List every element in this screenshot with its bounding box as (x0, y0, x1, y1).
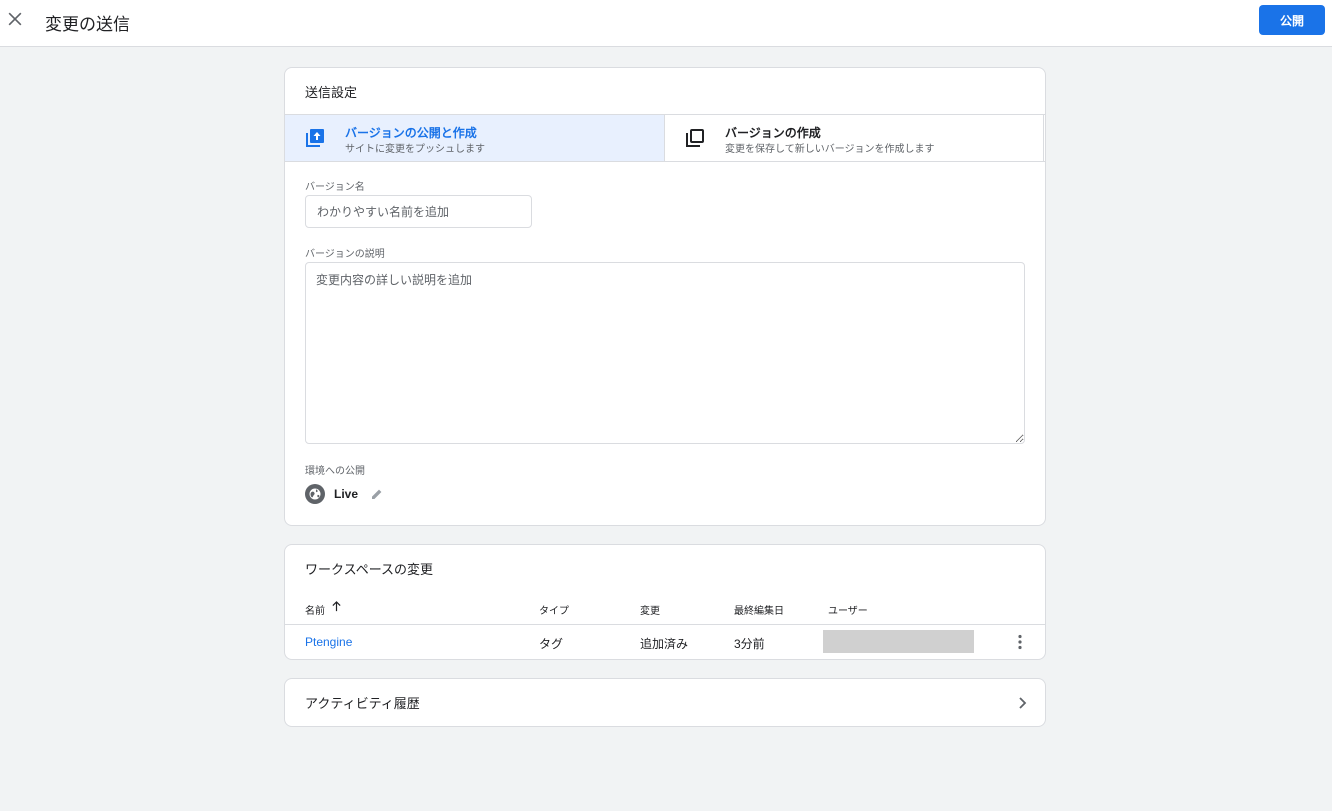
column-header-last-edited[interactable]: 最終編集日 (734, 602, 784, 617)
publish-button[interactable]: 公開 (1259, 5, 1325, 35)
workspace-changes-card: ワークスペースの変更 名前 タイプ 変更 最終編集日 ユーザー Ptengine… (284, 544, 1046, 660)
environment-name: Live (334, 487, 359, 501)
workspace-section-title: ワークスペースの変更 (305, 562, 434, 577)
settings-section-title: 送信設定 (305, 85, 358, 100)
option-title: バージョンの公開と作成 (345, 126, 477, 140)
edit-pencil-icon[interactable] (371, 488, 383, 500)
table-row: Ptengine タグ 追加済み 3分前 (285, 625, 1045, 659)
option-create-version[interactable]: バージョンの作成 変更を保存して新しいバージョンを作成します (665, 115, 1044, 161)
column-header-user[interactable]: ユーザー (828, 602, 868, 617)
option-publish-and-create[interactable]: バージョンの公開と作成 サイトに変更をプッシュします (285, 115, 665, 161)
change-type: タグ (539, 637, 564, 651)
column-header-type[interactable]: タイプ (539, 602, 569, 617)
copy-version-icon (686, 129, 704, 147)
version-description-input[interactable] (305, 262, 1025, 444)
version-description-label: バージョンの説明 (305, 249, 385, 260)
column-header-change[interactable]: 変更 (640, 602, 660, 617)
publish-upload-icon (306, 129, 324, 147)
table-header: 名前 タイプ 変更 最終編集日 ユーザー (285, 589, 1045, 625)
chevron-right-icon[interactable] (1014, 695, 1030, 711)
close-icon[interactable] (5, 9, 25, 29)
option-subtitle: 変更を保存して新しいバージョンを作成します (725, 144, 935, 155)
user-redacted (823, 630, 974, 653)
top-bar: 変更の送信 公開 (0, 0, 1332, 47)
version-name-label: バージョン名 (305, 182, 365, 193)
activity-history-card[interactable]: アクティビティ履歴 (284, 678, 1046, 727)
option-subtitle: サイトに変更をプッシュします (345, 144, 485, 155)
environment-label: 環境への公開 (305, 466, 365, 477)
submission-options: バージョンの公開と作成 サイトに変更をプッシュします バージョンの作成 変更を保… (285, 114, 1045, 162)
submission-settings-card: 送信設定 バージョンの公開と作成 サイトに変更をプッシュします バージョンの作成… (284, 67, 1046, 526)
activity-history-title: アクティビティ履歴 (305, 696, 420, 711)
environment-row: Live (305, 484, 505, 504)
change-name-link[interactable]: Ptengine (305, 635, 352, 649)
more-vert-icon[interactable] (1012, 633, 1028, 651)
change-status: 追加済み (640, 637, 689, 651)
column-header-name[interactable]: 名前 (305, 602, 325, 617)
page-title: 変更の送信 (45, 15, 130, 34)
change-last-edited: 3分前 (734, 637, 765, 651)
version-name-input[interactable] (305, 195, 532, 228)
globe-icon (305, 484, 325, 504)
arrow-up-sort-icon[interactable] (331, 601, 342, 612)
option-title: バージョンの作成 (725, 126, 821, 140)
